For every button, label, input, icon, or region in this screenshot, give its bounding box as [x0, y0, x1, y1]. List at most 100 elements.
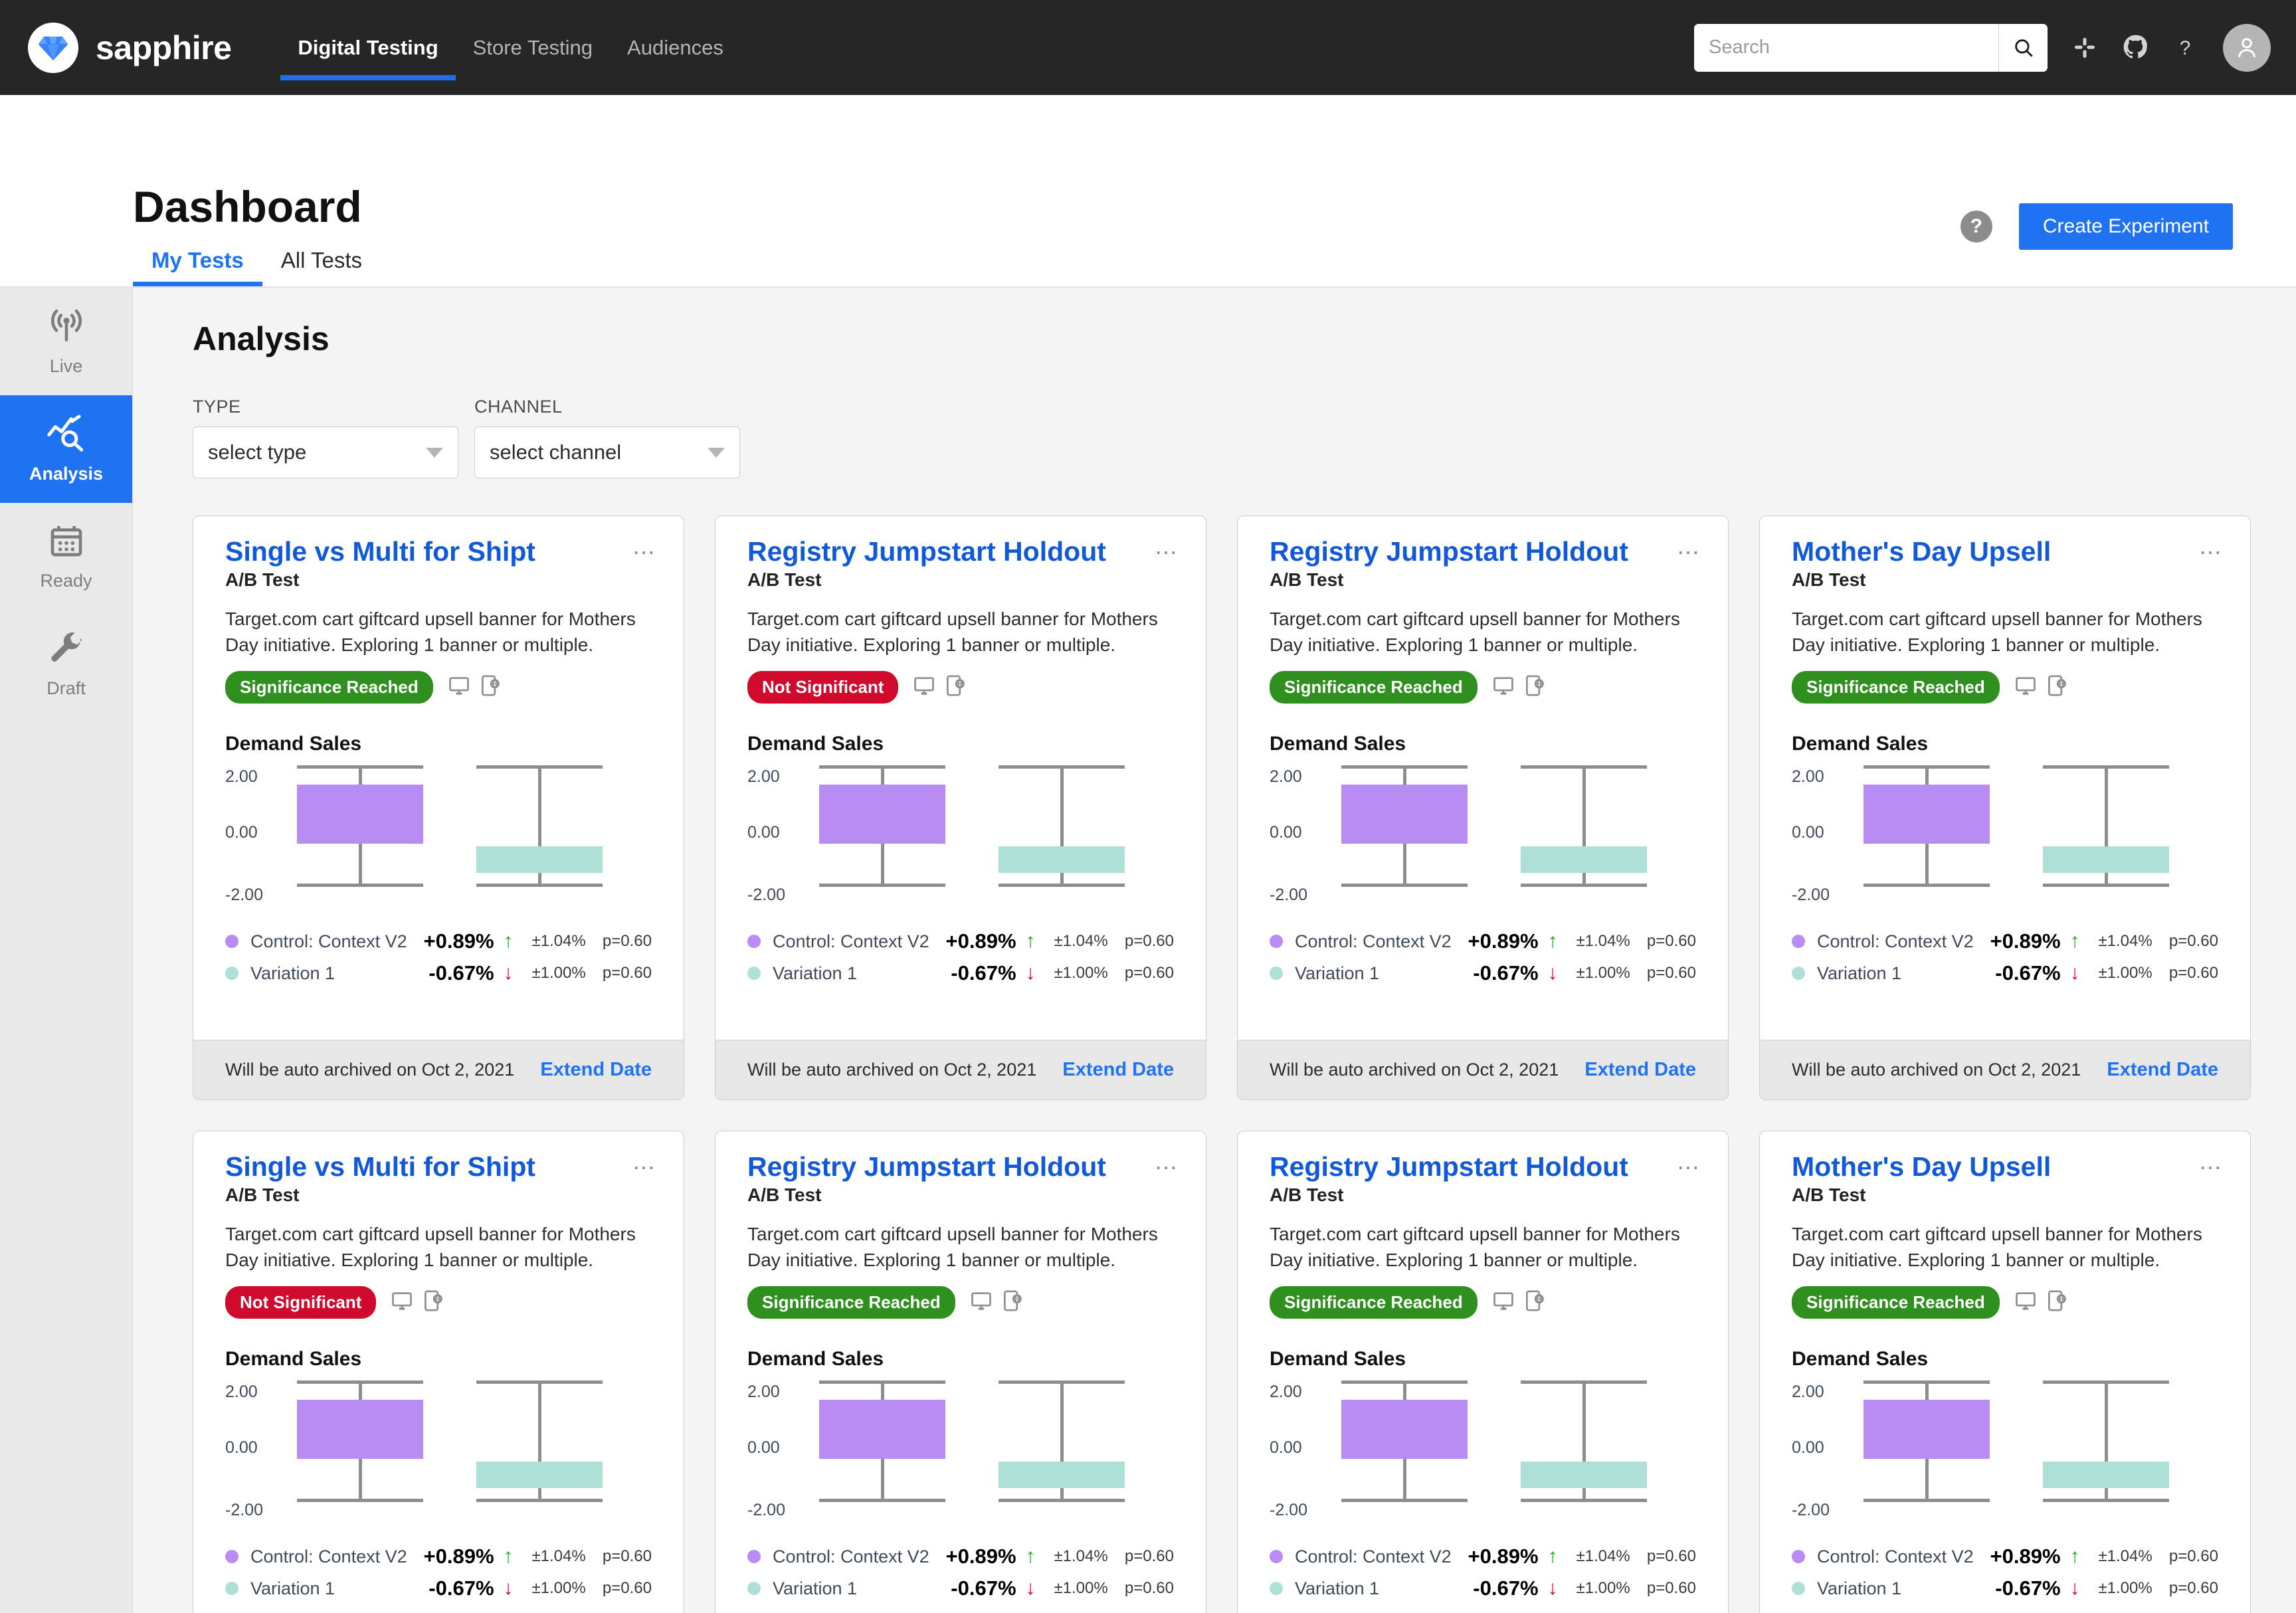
- legend-row-control: Control: Context V2 +0.89% ↑ ±1.04% p=0.…: [747, 1545, 1174, 1568]
- sidebar-item-draft[interactable]: Draft: [0, 611, 132, 718]
- experiment-card[interactable]: Registry Jumpstart Holdout ⋯ A/B Test Ta…: [715, 516, 1206, 1100]
- sidebar-item-ready[interactable]: Ready: [0, 503, 132, 611]
- card-overflow-menu-icon[interactable]: ⋯: [1155, 1157, 1179, 1179]
- extend-date-link[interactable]: Extend Date: [2107, 1059, 2218, 1081]
- card-title-link[interactable]: Single vs Multi for Shipt: [225, 1152, 652, 1181]
- extend-date-link[interactable]: Extend Date: [1062, 1059, 1174, 1081]
- auto-archive-text: Will be auto archived on Oct 2, 2021: [747, 1060, 1037, 1080]
- legend-name-variation: Variation 1: [250, 1578, 335, 1598]
- card-test-type: A/B Test: [1270, 1185, 1344, 1206]
- slack-icon[interactable]: [2071, 35, 2098, 61]
- y-axis-tick-neg2: -2.00: [1270, 886, 1307, 905]
- header-divider: [0, 286, 2296, 288]
- y-axis-tick-0: 0.00: [1792, 1438, 1824, 1458]
- channel-select[interactable]: select channel: [474, 427, 740, 478]
- nav-tab-store-testing[interactable]: Store Testing: [456, 0, 610, 95]
- card-overflow-menu-icon[interactable]: ⋯: [632, 1157, 657, 1179]
- card-description: Target.com cart giftcard upsell banner f…: [225, 609, 636, 655]
- experiment-card[interactable]: Registry Jumpstart Holdout ⋯ A/B Test Ta…: [1237, 1131, 1729, 1613]
- card-title-link[interactable]: Registry Jumpstart Holdout: [747, 1152, 1174, 1181]
- legend-name-variation: Variation 1: [1295, 963, 1380, 983]
- card-device-icons: [970, 1289, 1022, 1315]
- github-icon[interactable]: [2122, 34, 2150, 62]
- card-footer: Will be auto archived on Oct 2, 2021 Ext…: [716, 1040, 1206, 1099]
- create-experiment-button[interactable]: Create Experiment: [2018, 203, 2233, 250]
- experiment-card[interactable]: Single vs Multi for Shipt ⋯ A/B Test Tar…: [193, 1131, 684, 1613]
- status-badge: Significance Reached: [1792, 1286, 2000, 1319]
- legend-ci-variation: ±1.00%: [531, 1579, 586, 1598]
- card-title-link[interactable]: Registry Jumpstart Holdout: [1270, 1152, 1696, 1181]
- legend-pvalue-variation: p=0.60: [1124, 964, 1174, 983]
- legend-row-variation: Variation 1 -0.67% ↓ ±1.00% p=0.60: [747, 961, 1174, 985]
- experiment-card[interactable]: Registry Jumpstart Holdout ⋯ A/B Test Ta…: [715, 1131, 1206, 1613]
- card-title-link[interactable]: Mother's Day Upsell: [1792, 537, 2218, 566]
- nav-tab-digital-testing[interactable]: Digital Testing: [280, 0, 456, 95]
- user-avatar-icon[interactable]: [2223, 23, 2271, 72]
- card-title-link[interactable]: Single vs Multi for Shipt: [225, 537, 652, 566]
- search-box[interactable]: [1694, 23, 2048, 72]
- experiment-card[interactable]: Mother's Day Upsell ⋯ A/B Test Target.co…: [1759, 516, 2251, 1100]
- card-test-type: A/B Test: [1270, 569, 1344, 591]
- legend-ci-variation: ±1.00%: [1576, 1579, 1630, 1598]
- y-axis-tick-2: 2.00: [1270, 1382, 1302, 1402]
- card-test-type: A/B Test: [225, 1185, 300, 1206]
- sidebar-item-live[interactable]: Live: [0, 288, 132, 395]
- section-title: Analysis: [193, 320, 330, 357]
- legend-dot-variation: [1792, 967, 1805, 981]
- card-title-link[interactable]: Mother's Day Upsell: [1792, 1152, 2218, 1181]
- arrow-down-icon: ↓: [1547, 962, 1558, 985]
- experiment-card[interactable]: Registry Jumpstart Holdout ⋯ A/B Test Ta…: [1237, 516, 1729, 1100]
- chart-legend: Control: Context V2 +0.89% ↑ ±1.04% p=0.…: [747, 1545, 1174, 1600]
- legend-dot-control: [747, 935, 761, 949]
- brand-logo[interactable]: sapphire: [28, 22, 232, 73]
- auto-archive-text: Will be auto archived on Oct 2, 2021: [225, 1060, 515, 1080]
- status-badge: Significance Reached: [1792, 671, 2000, 704]
- extend-date-link[interactable]: Extend Date: [540, 1059, 652, 1081]
- svg-text:?: ?: [2180, 37, 2191, 58]
- card-status-row: Significance Reached: [1270, 1286, 1696, 1319]
- nav-tab-audiences[interactable]: Audiences: [610, 0, 741, 95]
- y-axis-tick-2: 2.00: [1792, 767, 1824, 787]
- card-overflow-menu-icon[interactable]: ⋯: [1155, 541, 1179, 564]
- card-description: Target.com cart giftcard upsell banner f…: [1792, 1224, 2202, 1270]
- search-input[interactable]: [1694, 23, 1998, 72]
- help-icon[interactable]: ?: [2174, 35, 2196, 61]
- card-overflow-menu-icon[interactable]: ⋯: [1677, 541, 1701, 564]
- legend-row-control: Control: Context V2 +0.89% ↑ ±1.04% p=0.…: [1792, 1545, 2218, 1568]
- type-select[interactable]: select type: [193, 427, 458, 478]
- arrow-down-icon: ↓: [2069, 962, 2080, 985]
- experiment-card[interactable]: Single vs Multi for Shipt ⋯ A/B Test Tar…: [193, 516, 684, 1100]
- tab-my-tests[interactable]: My Tests: [133, 248, 262, 288]
- desktop-icon: [1492, 1289, 1515, 1315]
- extend-date-link[interactable]: Extend Date: [1584, 1059, 1696, 1081]
- mobile-web-icon: [1524, 674, 1544, 700]
- card-overflow-menu-icon[interactable]: ⋯: [1677, 1157, 1701, 1179]
- status-badge: Not Significant: [225, 1286, 377, 1319]
- legend-dot-variation: [1270, 1582, 1283, 1596]
- search-icon[interactable]: [1998, 23, 2048, 72]
- card-metric-name: Demand Sales: [225, 1348, 362, 1371]
- card-overflow-menu-icon[interactable]: ⋯: [632, 541, 657, 564]
- y-axis-tick-neg2: -2.00: [225, 1501, 263, 1520]
- card-metric-name: Demand Sales: [1270, 1348, 1406, 1371]
- card-overflow-menu-icon[interactable]: ⋯: [2199, 541, 2224, 564]
- card-title-link[interactable]: Registry Jumpstart Holdout: [747, 537, 1174, 566]
- tab-all-tests[interactable]: All Tests: [262, 248, 381, 288]
- legend-row-variation: Variation 1 -0.67% ↓ ±1.00% p=0.60: [747, 1576, 1174, 1600]
- legend-name-variation: Variation 1: [1295, 1578, 1380, 1598]
- legend-name-variation: Variation 1: [773, 1578, 858, 1598]
- help-circle-icon[interactable]: ?: [1960, 211, 1992, 242]
- sidebar-item-analysis[interactable]: Analysis: [0, 395, 132, 503]
- y-axis-tick-neg2: -2.00: [1792, 1501, 1830, 1520]
- legend-delta-variation: -0.67%: [1995, 961, 2061, 985]
- card-title-link[interactable]: Registry Jumpstart Holdout: [1270, 537, 1696, 566]
- card-overflow-menu-icon[interactable]: ⋯: [2199, 1157, 2224, 1179]
- legend-name-variation: Variation 1: [773, 963, 858, 983]
- box-plot-chart: 2.00 0.00 -2.00: [225, 765, 652, 920]
- y-axis-tick-2: 2.00: [1270, 767, 1302, 787]
- card-device-icons: [2014, 1289, 2066, 1315]
- experiment-card[interactable]: Mother's Day Upsell ⋯ A/B Test Target.co…: [1759, 1131, 2251, 1613]
- legend-pvalue-control: p=0.60: [2168, 1547, 2218, 1566]
- card-body: Registry Jumpstart Holdout ⋯ A/B Test Ta…: [1238, 516, 1728, 1040]
- legend-delta-control: +0.89%: [945, 1545, 1016, 1568]
